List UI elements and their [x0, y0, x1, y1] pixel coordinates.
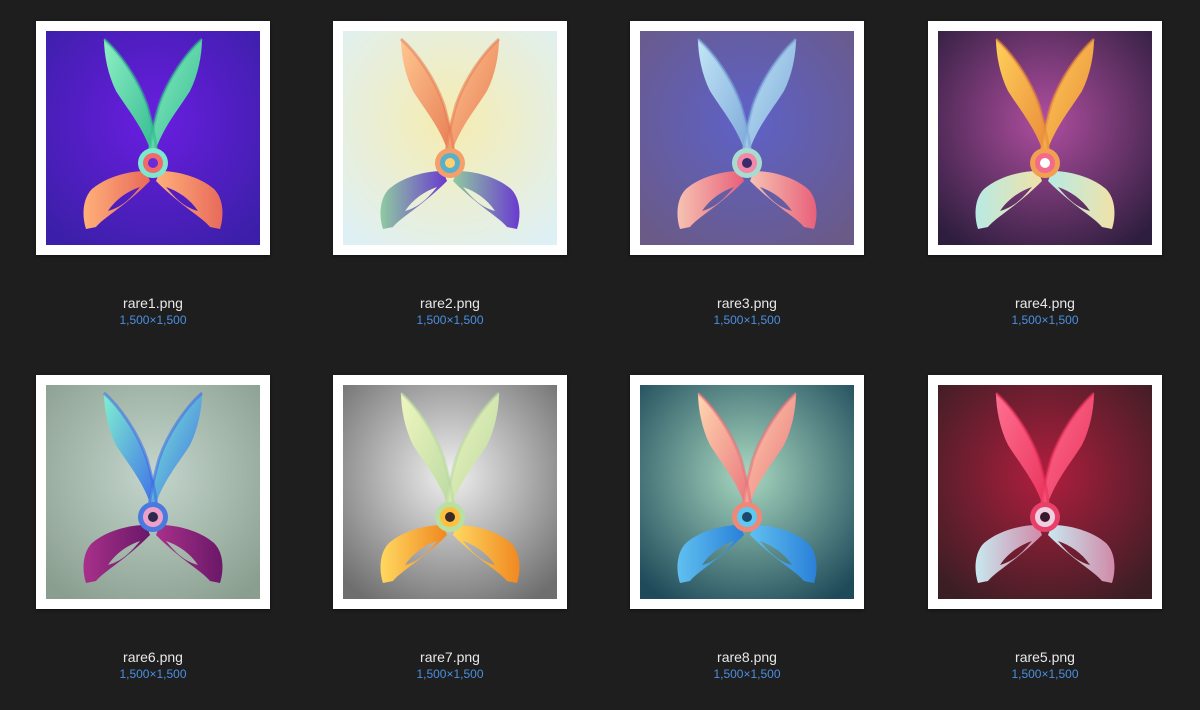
hub-emblem [445, 158, 455, 168]
scissors-thumbnail [46, 31, 260, 245]
scissors-thumbnail [343, 31, 557, 245]
thumbnail-frame[interactable] [928, 375, 1162, 609]
file-name[interactable]: rare1.png [36, 294, 270, 312]
hub-emblem [148, 512, 158, 522]
thumbnail-frame[interactable] [630, 21, 864, 255]
file-item[interactable]: rare8.png 1,500×1,500 [630, 375, 864, 682]
file-dimensions: 1,500×1,500 [1011, 313, 1079, 327]
file-dimensions: 1,500×1,500 [416, 313, 484, 327]
file-dimensions: 1,500×1,500 [1011, 667, 1079, 681]
thumbnail-frame[interactable] [333, 375, 567, 609]
file-dimensions: 1,500×1,500 [416, 667, 484, 681]
file-dimensions: 1,500×1,500 [713, 313, 781, 327]
hub-emblem [445, 512, 455, 522]
hub-emblem [742, 158, 752, 168]
thumbnail-frame[interactable] [333, 21, 567, 255]
file-name[interactable]: rare5.png [928, 648, 1162, 666]
scissors-thumbnail [640, 31, 854, 245]
scissors-thumbnail [343, 385, 557, 599]
hub-emblem [1040, 512, 1050, 522]
hub-emblem [1040, 158, 1050, 168]
file-name[interactable]: rare2.png [333, 294, 567, 312]
file-name[interactable]: rare7.png [333, 648, 567, 666]
thumbnail-frame[interactable] [36, 375, 270, 609]
file-item[interactable]: rare1.png 1,500×1,500 [36, 21, 270, 328]
hub-emblem [742, 512, 752, 522]
file-dimensions: 1,500×1,500 [119, 313, 187, 327]
thumbnail-frame[interactable] [630, 375, 864, 609]
scissors-thumbnail [938, 385, 1152, 599]
file-item[interactable]: rare3.png 1,500×1,500 [630, 21, 864, 328]
file-name[interactable]: rare8.png [630, 648, 864, 666]
file-name[interactable]: rare4.png [928, 294, 1162, 312]
file-dimensions: 1,500×1,500 [119, 667, 187, 681]
file-item[interactable]: rare4.png 1,500×1,500 [928, 21, 1162, 328]
hub-emblem [148, 158, 158, 168]
scissors-thumbnail [938, 31, 1152, 245]
scissors-thumbnail [640, 385, 854, 599]
file-item[interactable]: rare7.png 1,500×1,500 [333, 375, 567, 682]
file-item[interactable]: rare2.png 1,500×1,500 [333, 21, 567, 328]
file-name[interactable]: rare6.png [36, 648, 270, 666]
file-item[interactable]: rare6.png 1,500×1,500 [36, 375, 270, 682]
file-item[interactable]: rare5.png 1,500×1,500 [928, 375, 1162, 682]
thumbnail-frame[interactable] [36, 21, 270, 255]
file-dimensions: 1,500×1,500 [713, 667, 781, 681]
file-grid: rare1.png 1,500×1,500 rare2.png 1,500×1,… [0, 0, 1200, 710]
file-name[interactable]: rare3.png [630, 294, 864, 312]
scissors-thumbnail [46, 385, 260, 599]
thumbnail-frame[interactable] [928, 21, 1162, 255]
